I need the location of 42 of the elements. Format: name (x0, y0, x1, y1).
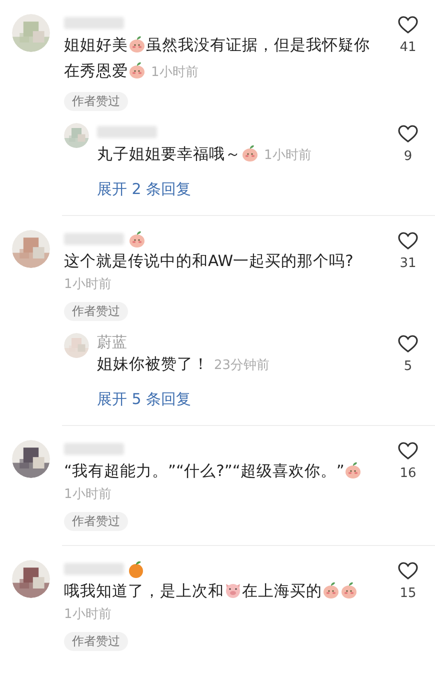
timestamp: 23分钟前 (214, 357, 270, 375)
author-liked-badge: 作者赞过 (64, 302, 128, 321)
heart-icon[interactable] (398, 335, 418, 353)
peach-sticker-icon (241, 144, 259, 162)
comment-text: 这个就是传说中的和AW一起买的那个吗? (64, 251, 354, 272)
comment-text: 姐妹你被赞了！ 23分钟前 (97, 351, 381, 379)
comment-text: 丸子姐姐要幸福哦～ 1小时前 (97, 141, 381, 169)
like-count: 31 (400, 256, 416, 271)
comment-text: 哦我知道了，是上次和 在上海买的 (64, 578, 381, 604)
like-count: 16 (400, 466, 416, 481)
peach-sticker-icon (344, 461, 362, 479)
like-count: 41 (400, 40, 416, 55)
timestamp: 1小时前 (64, 606, 112, 624)
timestamp: 1小时前 (64, 276, 112, 294)
expand-replies-link[interactable]: 展开 5 条回复 (97, 387, 192, 411)
peach-sticker-icon (322, 581, 340, 599)
heart-icon[interactable] (398, 562, 418, 580)
heart-icon[interactable] (398, 125, 418, 143)
author-liked-badge: 作者赞过 (64, 512, 128, 531)
heart-icon[interactable] (398, 442, 418, 460)
avatar[interactable] (12, 560, 50, 598)
heart-icon[interactable] (398, 232, 418, 250)
comment-text: 姐姐好美 虽然我没有证据，但是我怀疑你在秀恩爱 1小时前 (64, 32, 381, 86)
like-count: 5 (404, 359, 412, 374)
avatar[interactable] (12, 440, 50, 478)
peach-sticker-icon (128, 35, 146, 53)
comment-text: “我有超能力。”“什么?”“超级喜欢你。” (64, 458, 381, 484)
timestamp: 1小时前 (151, 64, 198, 82)
timestamp: 1小时前 (264, 147, 312, 165)
author-liked-badge: 作者赞过 (64, 632, 128, 651)
pig-face-icon (224, 581, 242, 599)
author-liked-badge: 作者赞过 (64, 92, 128, 111)
username[interactable]: 蔚蓝 (97, 333, 127, 351)
fruit-icon (128, 560, 144, 578)
peach-sticker-icon (128, 230, 146, 248)
heart-icon[interactable] (398, 16, 418, 34)
like-count: 15 (400, 586, 416, 601)
like-count: 9 (404, 149, 412, 164)
timestamp: 1小时前 (64, 486, 112, 504)
peach-sticker-icon (128, 61, 146, 79)
peach-sticker-icon (340, 581, 358, 599)
expand-replies-link[interactable]: 展开 2 条回复 (97, 177, 192, 201)
